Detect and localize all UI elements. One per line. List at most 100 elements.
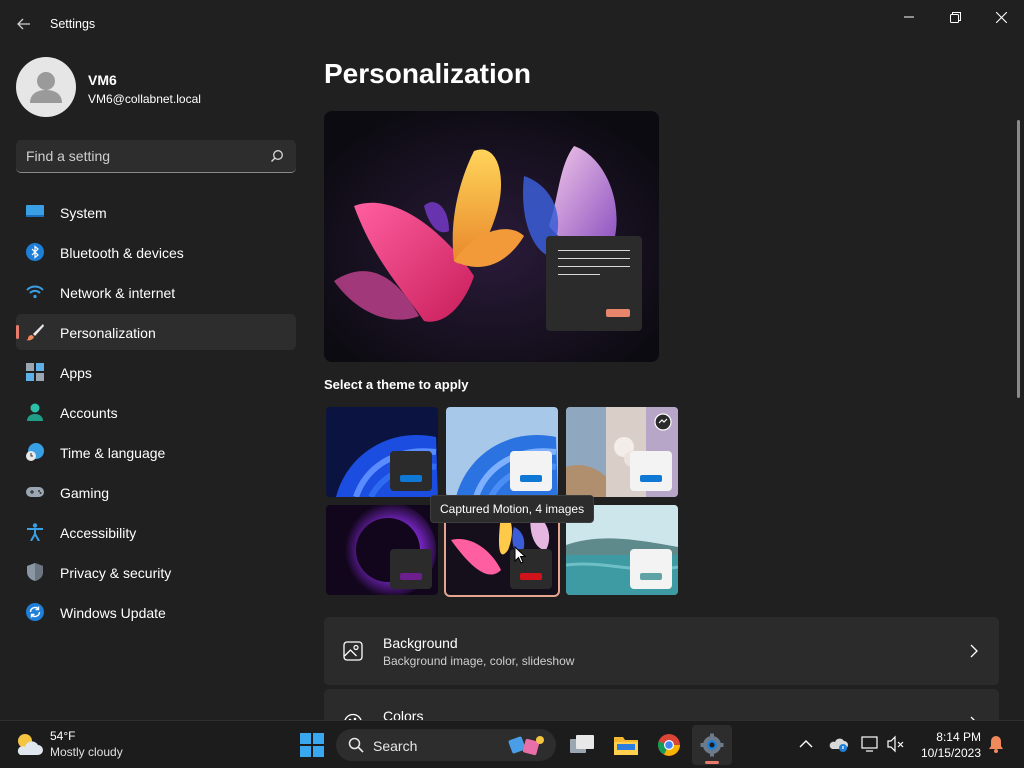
monitor-network-icon [861,736,878,752]
sidebar-item-windows-update[interactable]: Windows Update [16,594,296,630]
sidebar-item-personalization[interactable]: Personalization [16,314,296,350]
page-title: Personalization [324,58,531,89]
taskbar-search-label: Search [373,738,418,754]
notifications-button[interactable] [987,735,1005,753]
system-icon [26,203,44,221]
sidebar-item-accessibility[interactable]: Accessibility [16,514,296,550]
search-icon [270,149,284,163]
back-arrow-icon [17,18,30,30]
scrollbar-thumb[interactable] [1017,120,1020,398]
taskbar-clock[interactable]: 8:14 PM 10/15/2023 [921,729,981,761]
colors-setting[interactable]: Colors [324,689,999,720]
sidebar-item-label: Bluetooth & devices [60,245,184,261]
clock-date: 10/15/2023 [920,746,981,760]
sidebar-item-apps[interactable]: Apps [16,354,296,390]
show-hidden-icons-button[interactable] [797,735,815,753]
sidebar-item-bluetooth[interactable]: Bluetooth & devices [16,234,296,270]
background-setting[interactable]: Background Background image, color, slid… [324,617,999,685]
file-explorer-button[interactable] [606,725,646,765]
user-name: VM6 [88,72,117,88]
taskbar-search[interactable]: Search [336,729,556,761]
task-view-icon [570,735,594,753]
title-bar: Settings [0,0,1024,48]
theme-tile[interactable] [446,407,558,497]
minimize-icon [904,16,914,18]
start-button[interactable] [292,725,332,765]
taskbar: 54°F Mostly cloudy Search 8:14 PM 10/15/… [0,720,1024,768]
weather-widget[interactable]: 54°F Mostly cloudy [14,728,144,762]
sidebar-item-label: Personalization [60,325,156,341]
cloud-sun-icon [17,734,43,755]
chrome-button[interactable] [649,725,689,765]
search-input[interactable] [26,140,266,172]
sidebar-item-network[interactable]: Network & internet [16,274,296,310]
sidebar-item-privacy[interactable]: Privacy & security [16,554,296,590]
restore-button[interactable] [932,0,978,34]
picture-icon [343,641,363,661]
restore-icon [949,11,961,23]
setting-subtitle: Background image, color, slideshow [383,654,575,668]
sidebar-item-label: System [60,205,107,221]
bluetooth-icon [26,243,44,261]
settings-search[interactable] [16,140,296,173]
clock-globe-icon [26,443,44,461]
weather-temp: 54°F [50,729,76,743]
network-tray-icon[interactable] [861,735,879,753]
sidebar-item-label: Network & internet [60,285,176,301]
setting-title: Colors [383,708,424,720]
clock-time: 8:14 PM [936,730,981,744]
avatar [16,57,76,117]
preview-window-mock [546,236,642,331]
folder-icon [614,737,638,755]
shield-icon [26,563,44,581]
update-icon [26,603,44,621]
sidebar-item-gaming[interactable]: Gaming [16,474,296,510]
search-highlight-icon [508,736,544,756]
gamepad-icon [26,483,44,501]
sidebar-nav: System Bluetooth & devices Network & int… [16,194,296,634]
accessibility-icon [26,523,44,542]
accounts-icon [26,403,44,421]
theme-tile[interactable] [566,407,678,497]
sidebar-item-system[interactable]: System [16,194,296,230]
sidebar-item-label: Gaming [60,485,110,501]
mouse-cursor-icon [514,546,526,564]
theme-section-label: Select a theme to apply [324,377,469,392]
back-button[interactable] [10,10,38,38]
settings-taskbar-button[interactable] [692,725,732,765]
slideshow-icon [654,413,672,431]
theme-preview-card [390,549,432,589]
wifi-icon [26,283,44,301]
windows-logo-icon [300,733,324,757]
theme-preview-card [390,451,432,491]
weather-desc: Mostly cloudy [50,745,123,759]
search-icon [348,737,364,753]
task-view-button[interactable] [562,725,602,765]
speaker-muted-icon [887,735,904,753]
user-profile[interactable]: VM6 VM6@collabnet.local [16,57,306,117]
onedrive-tray-icon[interactable] [829,735,848,753]
theme-preview [324,111,659,362]
theme-tile[interactable] [326,505,438,595]
user-email: VM6@collabnet.local [88,92,201,106]
theme-preview-card [630,549,672,589]
theme-preview-card [630,451,672,491]
sidebar-item-label: Accessibility [60,525,137,541]
sidebar-item-time-language[interactable]: Time & language [16,434,296,470]
volume-tray-icon[interactable] [887,735,905,753]
sidebar-item-label: Accounts [60,405,118,421]
app-title: Settings [50,17,96,31]
gear-icon [700,733,724,757]
chrome-icon [658,734,680,756]
sidebar-item-label: Windows Update [60,605,166,621]
minimize-button[interactable] [886,0,932,34]
theme-tile[interactable] [326,407,438,497]
palette-icon [343,713,363,720]
brush-icon [26,323,44,341]
sidebar-item-accounts[interactable]: Accounts [16,394,296,430]
theme-preview-card [510,451,552,491]
close-button[interactable] [978,0,1024,34]
chevron-right-icon [969,644,979,658]
cloud-info-icon [829,738,848,752]
chevron-up-icon [799,740,813,748]
